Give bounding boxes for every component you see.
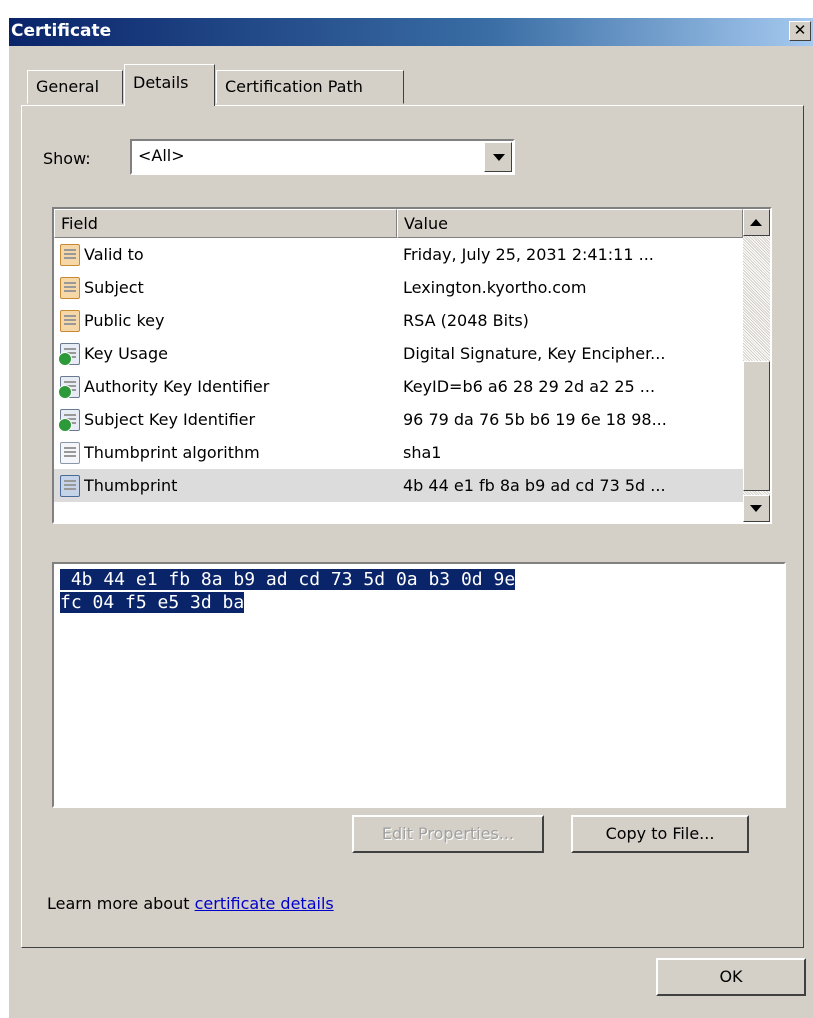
tab-general-label: General <box>36 77 100 96</box>
column-header-field-label: Field <box>61 214 98 233</box>
learn-more-text: Learn more about certificate details <box>47 894 334 913</box>
cert-extension-icon <box>58 409 80 432</box>
cert-field-icon <box>60 277 80 299</box>
column-header-field[interactable]: Field <box>54 209 397 238</box>
list-item[interactable]: Key Usage Digital Signature, Key Enciphe… <box>54 337 743 370</box>
list-item-selected[interactable]: Thumbprint 4b 44 e1 fb 8a b9 ad cd 73 5d… <box>54 469 743 502</box>
list-item-value: Friday, July 25, 2031 2:41:11 ... <box>403 245 654 264</box>
tab-details-label: Details <box>133 73 189 92</box>
list-item-value: RSA (2048 Bits) <box>403 311 529 330</box>
list-item-value: 4b 44 e1 fb 8a b9 ad cd 73 5d ... <box>403 476 666 495</box>
tab-certification-path-label: Certification Path <box>225 77 363 96</box>
copy-to-file-button[interactable]: Copy to File... <box>571 815 749 853</box>
list-item[interactable]: Thumbprint algorithm sha1 <box>54 436 743 469</box>
close-icon: ✕ <box>793 21 807 39</box>
list-scrollbar[interactable] <box>743 209 770 522</box>
cert-extension-icon <box>58 376 80 399</box>
list-item-value: sha1 <box>403 443 442 462</box>
tab-details[interactable]: Details <box>124 64 215 106</box>
scroll-down-button[interactable] <box>743 495 770 522</box>
list-item-field: Thumbprint <box>84 476 178 495</box>
dialog-title: Certificate <box>11 21 112 41</box>
list-item-field: Subject Key Identifier <box>84 410 256 429</box>
edit-properties-button[interactable]: Edit Properties... <box>352 815 544 853</box>
list-header: Field Value <box>54 209 743 238</box>
show-dropdown[interactable]: <All> <box>130 139 515 175</box>
arrow-up-icon <box>750 219 762 226</box>
cert-field-icon <box>60 244 80 266</box>
close-button[interactable]: ✕ <box>789 21 811 41</box>
list-item-value: KeyID=b6 a6 28 29 2d a2 25 ... <box>403 377 656 396</box>
ok-button-label: OK <box>719 967 743 986</box>
title-bar[interactable]: Certificate ✕ <box>9 18 813 46</box>
fields-list[interactable]: Field Value Valid to Friday, July 25, 20… <box>52 207 772 524</box>
cert-property-icon <box>60 475 80 497</box>
cert-property-icon <box>60 442 80 464</box>
scroll-thumb[interactable] <box>743 361 770 491</box>
list-item-field: Valid to <box>84 245 144 264</box>
list-item[interactable]: Authority Key Identifier KeyID=b6 a6 28 … <box>54 370 743 403</box>
list-item[interactable]: Subject Key Identifier 96 79 da 76 5b b6… <box>54 403 743 436</box>
cert-field-icon <box>60 310 80 332</box>
ok-button[interactable]: OK <box>656 958 806 996</box>
column-header-value-label: Value <box>404 214 448 233</box>
tab-general[interactable]: General <box>27 70 123 104</box>
show-dropdown-button[interactable] <box>484 142 512 172</box>
selected-value-line-2: fc 04 f5 e5 3d ba <box>60 592 245 613</box>
arrow-down-icon <box>750 505 762 512</box>
list-item[interactable]: Valid to Friday, July 25, 2031 2:41:11 .… <box>54 238 743 271</box>
chevron-down-icon <box>493 154 505 161</box>
list-item-field: Authority Key Identifier <box>84 377 270 396</box>
list-item-field: Key Usage <box>84 344 168 363</box>
column-header-value[interactable]: Value <box>397 209 743 238</box>
list-item-value: 96 79 da 76 5b b6 19 6e 18 98... <box>403 410 667 429</box>
value-detail-box[interactable]: 4b 44 e1 fb 8a b9 ad cd 73 5d 0a b3 0d 9… <box>52 562 786 808</box>
edit-properties-label: Edit Properties... <box>381 824 515 843</box>
tab-certification-path[interactable]: Certification Path <box>216 70 404 104</box>
list-item-value: Digital Signature, Key Encipher... <box>403 344 666 363</box>
learn-more-prefix: Learn more about <box>47 894 195 913</box>
certificate-details-link[interactable]: certificate details <box>195 894 334 913</box>
copy-to-file-label: Copy to File... <box>605 824 715 843</box>
list-item[interactable]: Public key RSA (2048 Bits) <box>54 304 743 337</box>
selected-value-line-1: 4b 44 e1 fb 8a b9 ad cd 73 5d 0a b3 0d 9… <box>60 569 516 590</box>
list-item-field: Thumbprint algorithm <box>84 443 260 462</box>
cert-extension-icon <box>58 343 80 366</box>
show-dropdown-value: <All> <box>138 146 185 165</box>
scroll-up-button[interactable] <box>743 209 770 236</box>
value-detail-text[interactable]: 4b 44 e1 fb 8a b9 ad cd 73 5d 0a b3 0d 9… <box>60 568 780 614</box>
list-item-field: Subject <box>84 278 144 297</box>
list-item-field: Public key <box>84 311 165 330</box>
list-item-value: Lexington.kyortho.com <box>403 278 587 297</box>
list-item[interactable]: Subject Lexington.kyortho.com <box>54 271 743 304</box>
certificate-dialog: Certificate ✕ General Details Certificat… <box>8 18 813 1018</box>
show-label: Show: <box>43 149 91 168</box>
